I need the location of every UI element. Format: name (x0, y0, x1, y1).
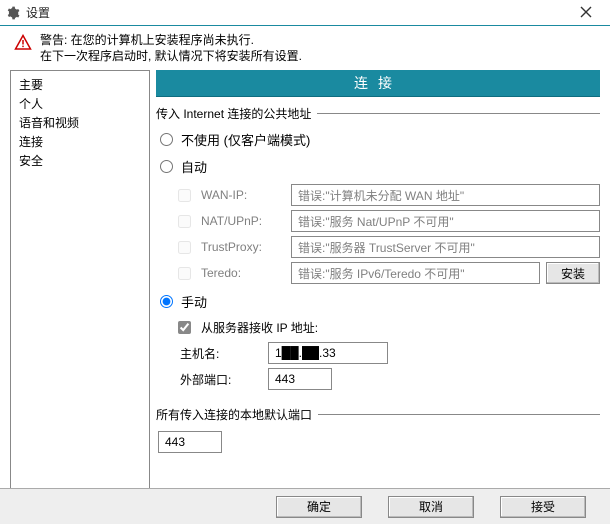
wanip-label: WAN-IP: (201, 188, 285, 202)
group-divider (317, 113, 600, 114)
recv-ip-checkbox[interactable] (178, 321, 191, 334)
teredo-checkbox (178, 267, 191, 280)
panel-heading: 连接 (156, 70, 600, 97)
host-input[interactable] (268, 342, 388, 364)
accept-button[interactable]: 接受 (500, 496, 586, 518)
close-button[interactable] (564, 1, 608, 23)
teredo-install-button[interactable]: 安装 (546, 262, 600, 284)
cancel-button[interactable]: 取消 (388, 496, 474, 518)
radio-manual-label: 手动 (181, 292, 207, 311)
group-divider-2 (318, 414, 600, 415)
host-label: 主机名: (178, 345, 262, 362)
radio-auto[interactable]: 自动 (160, 157, 600, 176)
local-port-input[interactable] (158, 431, 222, 453)
local-port-group-label: 所有传入连接的本地默认端口 (156, 406, 312, 423)
titlebar: 设置 (0, 0, 610, 26)
incoming-group-title: 传入 Internet 连接的公共地址 (156, 105, 600, 122)
natupnp-value (291, 210, 600, 232)
radio-manual-input[interactable] (160, 295, 173, 308)
warning-line1: 警告: 在您的计算机上安装程序尚未执行. (40, 32, 302, 48)
radio-disable-label: 不使用 (仅客户端模式) (181, 130, 310, 149)
recv-ip-row[interactable]: 从服务器接收 IP 地址: (178, 319, 600, 336)
window-title: 设置 (26, 4, 564, 21)
teredo-label: Teredo: (201, 266, 285, 280)
radio-manual[interactable]: 手动 (160, 292, 600, 311)
warning-icon (14, 34, 32, 52)
warning-line2: 在下一次程序启动时, 默认情况下将安装所有设置. (40, 48, 302, 64)
natupnp-checkbox (178, 215, 191, 228)
local-port-group-title: 所有传入连接的本地默认端口 (156, 406, 600, 423)
teredo-value (291, 262, 540, 284)
gear-icon (6, 6, 20, 20)
warning-text: 警告: 在您的计算机上安装程序尚未执行. 在下一次程序启动时, 默认情况下将安装… (40, 32, 302, 64)
auto-options: WAN-IP: NAT/UPnP: TrustProxy: Teredo: 安装 (178, 180, 600, 288)
ext-port-label: 外部端口: (178, 371, 262, 388)
settings-panel: 连接 传入 Internet 连接的公共地址 不使用 (仅客户端模式) 自动 W… (156, 70, 600, 496)
ext-port-input[interactable] (268, 368, 332, 390)
trustproxy-label: TrustProxy: (201, 240, 285, 254)
radio-auto-input[interactable] (160, 160, 173, 173)
trustproxy-checkbox (178, 241, 191, 254)
sidebar-item-personal[interactable]: 个人 (19, 94, 141, 113)
natupnp-label: NAT/UPnP: (201, 214, 285, 228)
sidebar-item-main[interactable]: 主要 (19, 75, 141, 94)
recv-ip-label: 从服务器接收 IP 地址: (201, 319, 318, 336)
sidebar-item-security[interactable]: 安全 (19, 151, 141, 170)
radio-disable[interactable]: 不使用 (仅客户端模式) (160, 130, 600, 149)
radio-disable-input[interactable] (160, 133, 173, 146)
sidebar: 主要 个人 语音和视频 连接 安全 (10, 70, 150, 496)
sidebar-item-connect[interactable]: 连接 (19, 132, 141, 151)
warning-banner: 警告: 在您的计算机上安装程序尚未执行. 在下一次程序启动时, 默认情况下将安装… (0, 26, 610, 70)
manual-options: 从服务器接收 IP 地址: 主机名: 外部端口: (178, 315, 600, 394)
ok-button[interactable]: 确定 (276, 496, 362, 518)
content: 主要 个人 语音和视频 连接 安全 连接 传入 Internet 连接的公共地址… (0, 70, 610, 506)
wanip-value (291, 184, 600, 206)
wanip-checkbox (178, 189, 191, 202)
footer: 确定 取消 接受 (0, 488, 610, 524)
trustproxy-value (291, 236, 600, 258)
radio-auto-label: 自动 (181, 157, 207, 176)
sidebar-item-voice[interactable]: 语音和视频 (19, 113, 141, 132)
incoming-group-label: 传入 Internet 连接的公共地址 (156, 105, 311, 122)
